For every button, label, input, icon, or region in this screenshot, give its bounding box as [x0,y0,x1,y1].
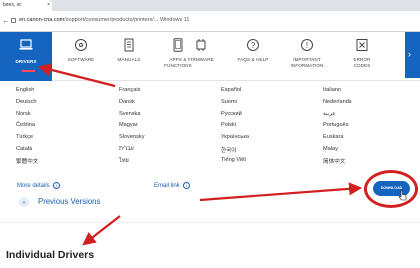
language-link[interactable]: عربية [323,111,336,117]
arrow-to-individual-drivers [82,215,121,246]
annotation-circle: DOWNLOAD [364,170,418,208]
divider [0,222,420,223]
annotation-underline [22,70,35,72]
language-link[interactable]: Nederlands [323,99,352,105]
chevron-down-icon: ⌄ [19,197,29,207]
email-link-label: Email link [154,183,180,190]
error-icon [356,39,368,51]
language-link[interactable]: עברית [119,146,134,152]
close-icon[interactable]: × [47,0,50,11]
lock-icon [11,18,16,23]
language-link[interactable]: Euskara [323,134,344,140]
nav-label: SOFTWARE [67,57,95,62]
url-text[interactable]: en.canon-cna.com/support/consumer/produc… [19,17,190,23]
previous-versions-label: Previous Versions [38,197,101,207]
language-link[interactable]: Malay [323,146,338,152]
info-icon: ! [301,39,313,51]
more-details-link[interactable]: More details i [17,182,60,189]
language-link[interactable]: English [16,87,34,93]
language-link[interactable]: Slovensky [119,134,145,140]
language-link[interactable]: Türkçe [16,134,33,140]
language-link[interactable]: Svenska [119,111,140,117]
language-link[interactable]: Dansk [119,99,135,105]
support-category-nav: DRIVERS SOFTWARE MANUALS APPS & FUNCTION… [0,32,420,81]
language-link[interactable]: Català [16,146,32,152]
nav-firmware[interactable]: FIRMWARE [176,32,226,81]
laptop-icon [19,39,33,50]
language-link[interactable]: 简体中文 [323,157,345,165]
nav-drivers[interactable]: DRIVERS [0,32,52,81]
nav-important-information[interactable]: ! IMPORTANT INFORMATION [278,32,336,81]
url-path: /support/consumer/products/printers/... [64,17,159,23]
language-link[interactable]: Русский [221,111,242,117]
back-arrow-icon[interactable]: ← [2,16,10,25]
info-icon: i [52,182,60,189]
document-icon [124,38,134,52]
language-link[interactable]: Polski [221,122,236,128]
tab-title: bees, sc [3,2,22,8]
language-link[interactable]: Français [119,87,140,93]
nav-label: IMPORTANT INFORMATION [290,57,324,68]
nav-label: FAQS & HELP [237,57,269,62]
previous-versions-toggle[interactable]: ⌄ Previous Versions [19,197,100,207]
language-link[interactable]: Português [323,122,349,128]
language-link[interactable]: 한국어 [221,146,236,154]
nav-label: DRIVERS [15,59,37,64]
nav-faqs-help[interactable]: ? FAQS & HELP [226,32,280,81]
chip-icon [196,39,206,51]
email-link[interactable]: Email link i [154,182,190,189]
language-link[interactable]: Norsk [16,111,31,117]
language-link[interactable]: Deutsch [16,99,37,105]
address-bar[interactable]: ← en.canon-cna.com/support/consumer/prod… [0,11,420,32]
more-details-label: More details [17,183,50,190]
nav-label: MANUALS [117,57,141,62]
nav-label: ERROR CODES [353,57,371,68]
language-link[interactable]: Español [221,87,241,93]
disc-icon [75,39,87,51]
browser-chrome: bees, sc × ← en.canon-cna.com/support/co… [0,0,420,32]
language-link[interactable]: Suomi [221,99,237,105]
nav-software[interactable]: SOFTWARE [56,32,106,81]
language-link[interactable]: ไทย [119,157,129,165]
url-tail: Windows 11 [159,17,190,23]
language-link[interactable]: Čeština [16,122,35,128]
url-host: en.canon-cna.com [19,17,65,23]
svg-text:?: ? [251,41,256,50]
arrow-to-download [199,182,363,202]
question-icon: ? [247,39,259,51]
hand-cursor-icon [398,190,407,201]
language-link[interactable]: 繁體中文 [16,157,38,165]
browser-tab[interactable]: bees, sc × [0,0,52,11]
nav-scroll-right[interactable]: › [405,32,420,78]
language-link[interactable]: Українська [221,134,249,140]
nav-error-codes[interactable]: ERROR CODES [336,32,388,81]
chevron-right-icon: › [408,49,411,59]
info-icon: i [182,182,190,189]
language-link[interactable]: Magyar [119,122,138,128]
svg-text:!: ! [306,41,308,50]
language-link[interactable]: Tiếng Việt [221,157,246,163]
nav-manuals[interactable]: MANUALS [106,32,152,81]
language-link[interactable]: Italiano [323,87,341,93]
nav-label: FIRMWARE [188,57,214,62]
section-heading: Individual Drivers [6,249,95,261]
